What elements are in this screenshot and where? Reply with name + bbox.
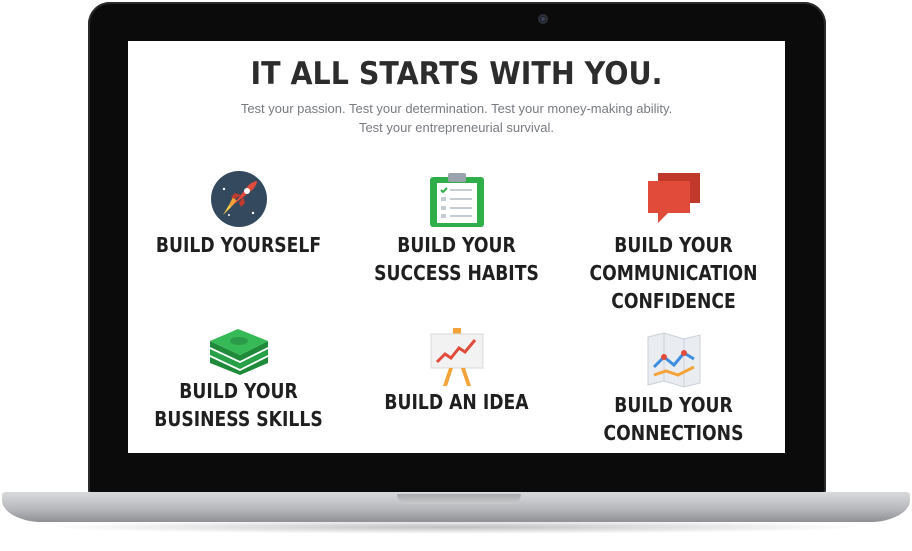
feature-build-your-success-habits: BUILD YOUR SUCCESS HABITS	[347, 171, 566, 287]
growth-chart-easel-icon	[430, 328, 483, 386]
clipboard-checklist-icon	[429, 173, 484, 227]
feature-build-your-communication-confidence: BUILD YOUR COMMUNICATION CONFIDENCE	[564, 169, 783, 315]
map-route-icon	[647, 332, 700, 388]
chat-bubbles-icon	[647, 173, 700, 223]
rocket-icon	[210, 171, 267, 227]
feature-build-an-idea: BUILD AN IDEA	[347, 328, 566, 416]
screen: IT ALL STARTS WITH YOU. Test your passio…	[128, 41, 785, 453]
feature-label: BUILD YOURSELF	[155, 233, 322, 257]
feature-label: BUILD YOUR CONNECTIONS	[603, 393, 744, 445]
feature-label: BUILD AN IDEA	[384, 390, 529, 414]
money-stack-icon	[209, 329, 268, 375]
feature-build-your-business-skills: BUILD YOUR BUSINESS SKILLS	[129, 329, 348, 433]
feature-build-your-connections: BUILD YOUR CONNECTIONS	[564, 331, 783, 447]
feature-label: BUILD YOUR COMMUNICATION CONFIDENCE	[589, 233, 758, 313]
webcam-icon	[538, 14, 548, 24]
laptop-shadow	[40, 520, 872, 534]
laptop-notch	[397, 494, 521, 504]
feature-label: BUILD YOUR BUSINESS SKILLS	[154, 379, 323, 431]
subtitle-line-2: Test your entrepreneurial survival.	[358, 120, 555, 135]
page-title: IT ALL STARTS WITH YOU.	[250, 56, 663, 92]
subtitle-line-1: Test your passion. Test your determinati…	[240, 101, 673, 116]
feature-label: BUILD YOUR SUCCESS HABITS	[374, 233, 539, 285]
feature-build-yourself: BUILD YOURSELF	[129, 169, 348, 259]
